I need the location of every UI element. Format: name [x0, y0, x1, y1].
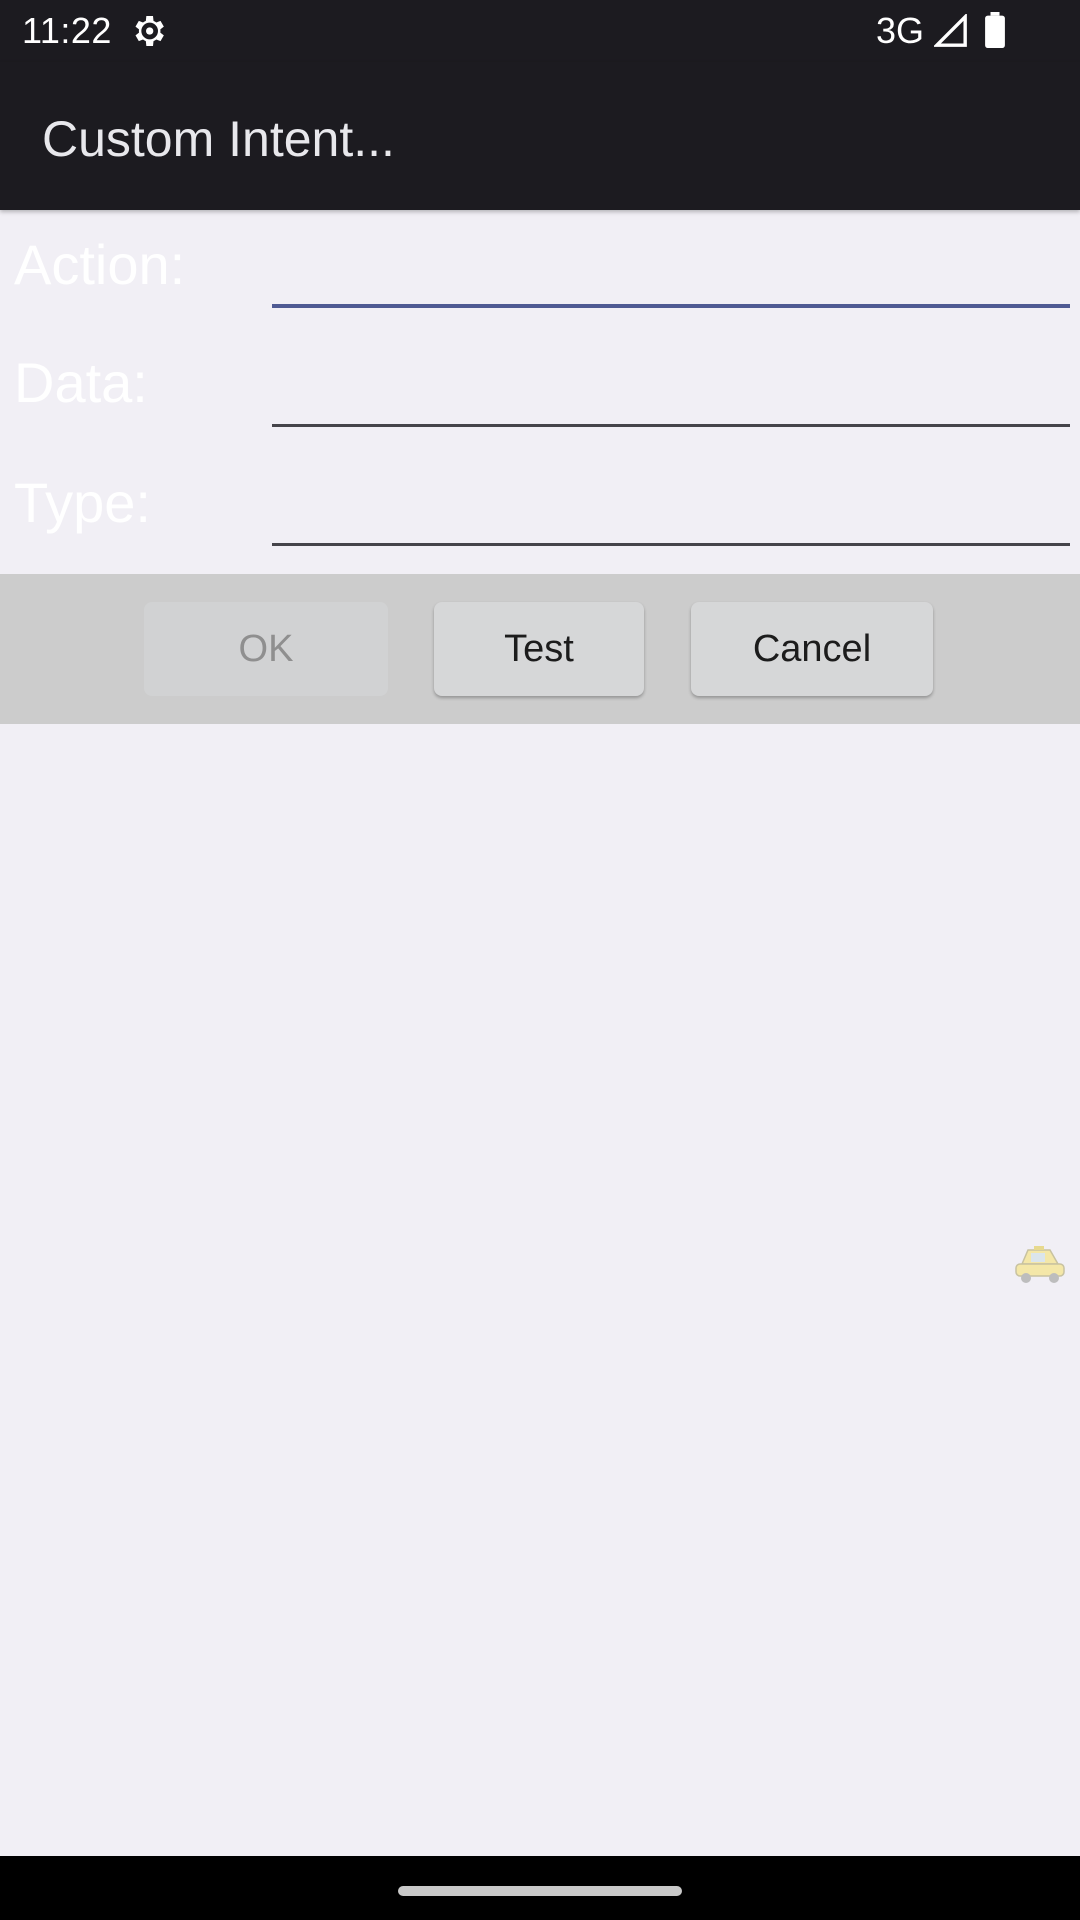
action-input-underline	[272, 304, 1070, 308]
test-button[interactable]: Test	[434, 602, 644, 696]
network-type: 3G	[876, 10, 925, 51]
cancel-button[interactable]: Cancel	[691, 602, 933, 696]
type-input-underline	[272, 543, 1070, 546]
app-bar: Custom Intent...	[0, 62, 1080, 210]
home-handle[interactable]	[398, 1886, 682, 1896]
ok-button[interactable]: OK	[144, 602, 388, 696]
action-label: Action:	[14, 233, 186, 296]
type-label: Type:	[14, 471, 151, 534]
data-input-underline	[272, 424, 1070, 427]
status-bar: 11:22 3G	[0, 0, 1080, 62]
type-input[interactable]	[272, 482, 1070, 538]
taxi-icon[interactable]	[1012, 1240, 1068, 1288]
data-input[interactable]	[272, 362, 1070, 418]
data-label: Data:	[14, 351, 148, 414]
status-time: 11:22	[22, 10, 112, 51]
button-bar: OK Test Cancel	[0, 574, 1080, 724]
page-title: Custom Intent...	[42, 111, 395, 167]
action-input[interactable]	[272, 244, 1070, 300]
battery-icon	[985, 12, 1005, 48]
signal-icon	[934, 14, 967, 47]
intent-form: Action: Data: Type:	[0, 210, 1080, 574]
gear-icon	[135, 16, 164, 46]
navigation-bar	[0, 1856, 1080, 1920]
